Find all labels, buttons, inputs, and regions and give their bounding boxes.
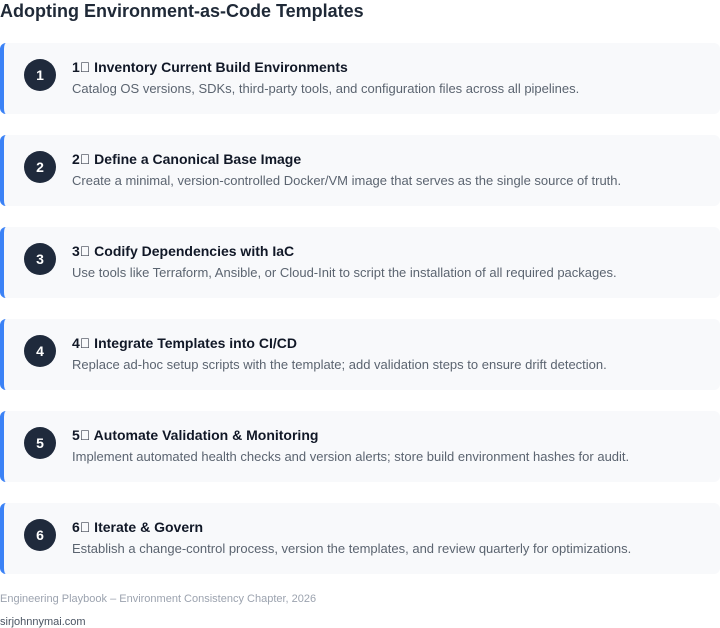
step-card: 2 2⃣ Define a Canonical Base Image Creat… xyxy=(0,135,720,206)
step-description: Establish a change-control process, vers… xyxy=(72,541,632,556)
step-card: 3 3⃣ Codify Dependencies with IaC Use to… xyxy=(0,227,720,298)
page: Adopting Environment-as-Code Templates 1… xyxy=(0,0,720,628)
site-credit: sirjohnnymai.com xyxy=(0,616,86,628)
step-number-badge: 5 xyxy=(24,427,56,459)
footer-note: Engineering Playbook – Environment Consi… xyxy=(0,593,317,605)
steps-list: 1 1⃣ Inventory Current Build Environment… xyxy=(0,43,720,595)
step-number-badge: 2 xyxy=(24,151,56,183)
step-description: Use tools like Terraform, Ansible, or Cl… xyxy=(72,265,617,280)
step-number-badge: 3 xyxy=(24,243,56,275)
step-card: 1 1⃣ Inventory Current Build Environment… xyxy=(0,43,720,114)
step-description: Replace ad-hoc setup scripts with the te… xyxy=(72,357,607,372)
step-number-badge: 1 xyxy=(24,59,56,91)
step-title: 1⃣ Inventory Current Build Environments xyxy=(72,59,348,75)
step-title: 5⃣ Automate Validation & Monitoring xyxy=(72,427,319,443)
step-title: 4⃣ Integrate Templates into CI/CD xyxy=(72,335,297,351)
step-card: 6 6⃣ Iterate & Govern Establish a change… xyxy=(0,503,720,574)
step-title: 3⃣ Codify Dependencies with IaC xyxy=(72,243,295,259)
step-description: Implement automated health checks and ve… xyxy=(72,449,630,464)
step-title: 2⃣ Define a Canonical Base Image xyxy=(72,151,302,167)
page-title: Adopting Environment-as-Code Templates xyxy=(0,1,364,21)
step-title: 6⃣ Iterate & Govern xyxy=(72,519,204,535)
step-card: 5 5⃣ Automate Validation & Monitoring Im… xyxy=(0,411,720,482)
step-card: 4 4⃣ Integrate Templates into CI/CD Repl… xyxy=(0,319,720,390)
step-description: Create a minimal, version-controlled Doc… xyxy=(72,173,622,188)
step-number-badge: 4 xyxy=(24,335,56,367)
step-description: Catalog OS versions, SDKs, third-party t… xyxy=(72,81,580,96)
step-number-badge: 6 xyxy=(24,519,56,551)
